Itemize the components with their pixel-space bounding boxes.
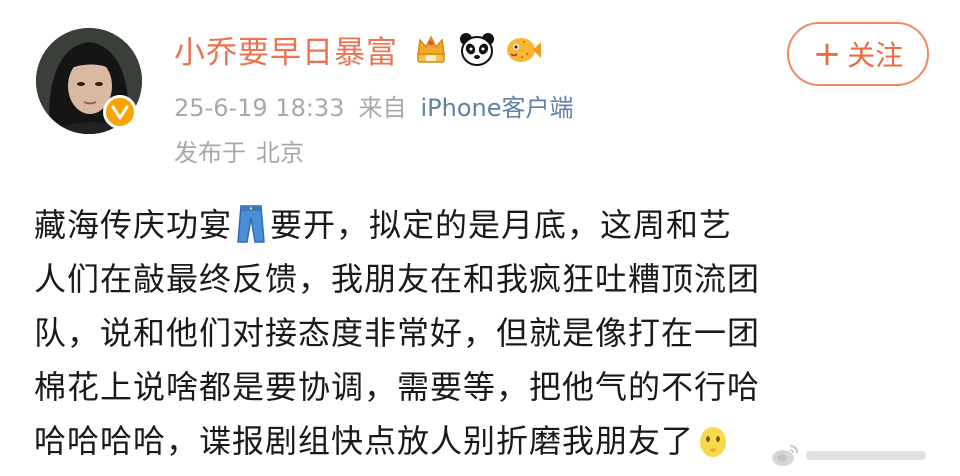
- source-prefix: 来自: [358, 94, 407, 122]
- post-text-line: 队，说和他们对接态度非常好，但就是像打在一团: [34, 314, 761, 352]
- yellow-face-emoji: [700, 427, 727, 457]
- pufferfish-icon[interactable]: [504, 30, 542, 68]
- weibo-logo-icon: [772, 444, 799, 466]
- verified-v-icon: [103, 95, 137, 129]
- location-name: 北京: [256, 139, 304, 167]
- post-text-segment: 藏海传庆功宴: [34, 206, 233, 244]
- source-link[interactable]: iPhone客户端: [420, 94, 573, 122]
- panda-icon[interactable]: [458, 30, 496, 68]
- post-text-line: 藏海传庆功宴 要开，拟定的是月底，这周和艺: [34, 198, 904, 252]
- post-text: 藏海传庆功宴 要开，拟定的是月底，这周和艺 人们在敲最终反馈，我朋友在和我疯狂吐…: [34, 198, 904, 468]
- post-meta: 25-6-19 18:33 来自 iPhone客户端: [174, 88, 573, 123]
- jeans-emoji: [237, 205, 265, 243]
- post-text-line: 人们在敲最终反馈，我朋友在和我疯狂吐糟顶流团: [34, 260, 761, 298]
- follow-button[interactable]: + 关注: [787, 22, 929, 86]
- post-text-segment: 哈哈哈哈，谍报剧组快点放人别折磨我朋友了: [34, 422, 695, 460]
- post-timestamp[interactable]: 25-6-19 18:33: [174, 94, 344, 122]
- plus-icon: +: [812, 34, 842, 74]
- follow-label: 关注: [847, 39, 904, 72]
- crown-badge-icon[interactable]: [412, 30, 450, 68]
- username[interactable]: 小乔要早日暴富: [174, 27, 398, 72]
- user-badges: [412, 30, 542, 68]
- post-location: 发布于 北京: [174, 133, 304, 168]
- watermark-text-blur: [806, 451, 926, 460]
- weibo-post: 小乔要早日暴富 25-6-19 18:33 来自 iPhone客户端 发布于 北…: [0, 0, 960, 476]
- weibo-watermark: [770, 438, 950, 472]
- location-prefix: 发布于: [174, 139, 246, 167]
- username-row: 小乔要早日暴富: [174, 24, 542, 74]
- post-text-line: 棉花上说啥都是要协调，需要等，把他气的不行哈: [34, 368, 761, 406]
- post-text-segment: 要开，拟定的是月底，这周和艺: [270, 206, 733, 244]
